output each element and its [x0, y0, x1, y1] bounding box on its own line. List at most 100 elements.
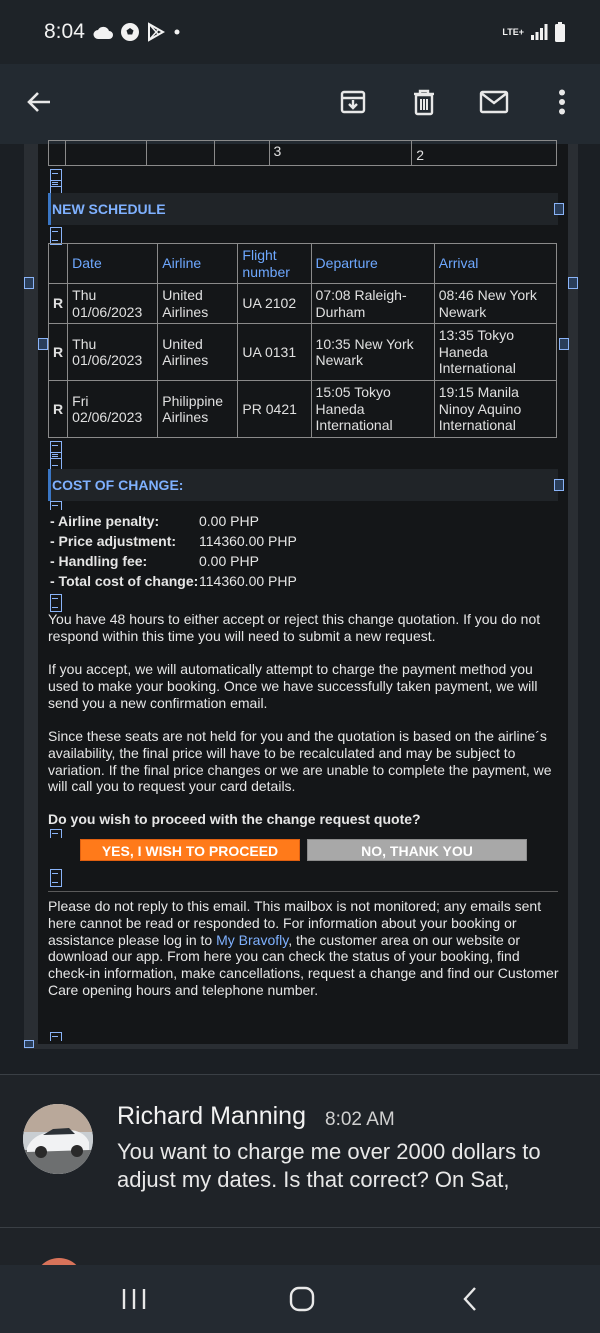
- next-thread-item[interactable]: [0, 1228, 600, 1268]
- cost-value: 114360.00 PHP: [199, 573, 297, 589]
- spacer-image-icon: [48, 451, 62, 470]
- decline-quote-button[interactable]: NO, THANK YOU: [307, 839, 527, 861]
- spacer-image-icon: [48, 500, 62, 510]
- recent-apps-icon: [122, 1289, 146, 1309]
- footer-notice: Please do not reply to this email. This …: [48, 898, 560, 999]
- departure-cell: 10:35 New York Newark: [310, 323, 435, 381]
- dot-icon: [174, 29, 180, 35]
- status-system-icons: LTE+: [502, 22, 566, 42]
- arrival-cell: 08:46 New York Newark: [433, 283, 558, 324]
- status-notification-icons: [92, 22, 182, 42]
- back-icon: [463, 1287, 476, 1311]
- more-options-button[interactable]: [538, 78, 586, 126]
- info-paragraph: Since these seats are not held for you a…: [48, 728, 552, 795]
- recent-apps-button[interactable]: [104, 1277, 164, 1321]
- image-placeholder-icon: [38, 338, 48, 350]
- signal-icon: [531, 24, 548, 40]
- arrival-cell: 19:15 Manila Ninoy Aquino International: [433, 380, 558, 438]
- flight-cell: UA 0131: [237, 323, 312, 381]
- soccer-ball-icon: [121, 23, 139, 41]
- row-mark: R: [47, 283, 69, 324]
- delete-button[interactable]: [400, 78, 448, 126]
- column-header: Airline: [157, 243, 239, 284]
- cost-label: - Airline penalty:: [50, 513, 160, 529]
- image-placeholder-icon: [554, 479, 564, 491]
- cost-value: 0.00 PHP: [199, 513, 259, 529]
- cost-of-change-header: COST OF CHANGE:: [48, 469, 558, 501]
- date-cell: Thu 01/06/2023: [67, 283, 159, 324]
- home-icon: [289, 1286, 315, 1312]
- play-store-icon: [148, 22, 166, 42]
- section-edge: [48, 193, 51, 225]
- column-header: Departure: [310, 243, 435, 284]
- footer-divider: [48, 891, 558, 892]
- image-placeholder-icon: [568, 277, 578, 289]
- battery-icon: [555, 22, 565, 42]
- avatar[interactable]: [23, 1104, 93, 1174]
- section-title: NEW SCHEDULE: [52, 201, 166, 217]
- table-header-row: Date Airline Flight number Departure Arr…: [47, 243, 558, 284]
- archive-icon: [340, 90, 366, 114]
- section-title: COST OF CHANGE:: [52, 477, 184, 493]
- spacer-image-icon: [48, 828, 62, 838]
- info-paragraph: If you accept, we will automatically att…: [48, 661, 538, 711]
- departure-cell: 15:05 Tokyo Haneda International: [310, 380, 435, 438]
- table-cell: 2: [411, 140, 557, 166]
- date-cell: Thu 01/06/2023: [67, 323, 159, 381]
- nav-back-button[interactable]: [440, 1277, 500, 1321]
- spacer-image-icon: [48, 868, 62, 887]
- table-cell: 3: [268, 140, 413, 166]
- date-cell: Fri 02/06/2023: [67, 380, 159, 438]
- car-photo-avatar-image: [23, 1104, 93, 1174]
- arrival-cell: 13:35 Tokyo Haneda International: [433, 323, 558, 381]
- airline-cell: United Airlines: [157, 323, 239, 381]
- airline-cell: United Airlines: [157, 283, 239, 324]
- status-bar: 8:04 LTE+: [0, 0, 600, 64]
- cost-label: - Price adjustment:: [50, 533, 177, 549]
- back-button[interactable]: [15, 78, 63, 126]
- home-button[interactable]: [272, 1277, 332, 1321]
- more-vert-icon: [559, 89, 565, 115]
- image-placeholder-icon: [559, 338, 569, 350]
- proceed-question: Do you wish to proceed with the change r…: [48, 811, 421, 827]
- new-schedule-header: NEW SCHEDULE: [48, 193, 558, 225]
- cost-value: 114360.00 PHP: [199, 533, 297, 549]
- cost-label: - Handling fee:: [50, 553, 148, 569]
- column-header: Arrival: [433, 243, 558, 284]
- image-placeholder-icon: [24, 277, 34, 289]
- back-arrow-icon: [27, 92, 50, 112]
- message-time: 8:02 AM: [325, 1109, 395, 1130]
- mark-unread-button[interactable]: [470, 78, 518, 126]
- mail-icon: [479, 90, 509, 114]
- column-header: Date: [67, 243, 159, 284]
- cloud-icon: [93, 26, 113, 39]
- archive-button[interactable]: [329, 78, 377, 126]
- cost-value: 0.00 PHP: [199, 553, 259, 569]
- table-row: R Thu 01/06/2023 United Airlines UA 0131…: [47, 323, 558, 381]
- my-bravofly-link[interactable]: My Bravofly: [216, 932, 288, 948]
- image-placeholder-icon: [24, 1040, 34, 1048]
- sender-name: Richard Manning: [117, 1102, 306, 1130]
- info-paragraph: You have 48 hours to either accept or re…: [48, 611, 541, 644]
- table-row: R Thu 01/06/2023 United Airlines UA 2102…: [47, 283, 558, 324]
- image-placeholder-icon: [554, 203, 564, 215]
- network-type-label: LTE+: [502, 27, 524, 37]
- flight-cell: UA 2102: [237, 283, 312, 324]
- flight-cell: PR 0421: [237, 380, 312, 438]
- accept-quote-button[interactable]: YES, I WISH TO PROCEED: [80, 839, 300, 861]
- previous-schedule-table-fragment: 3 2: [48, 140, 557, 166]
- row-mark: R: [47, 380, 69, 438]
- message-snippet: You want to charge me over 2000 dollars …: [117, 1139, 541, 1192]
- spacer-image-icon: [48, 593, 62, 612]
- cost-label: - Total cost of change:: [50, 573, 199, 589]
- airline-cell: Philippine Airlines: [157, 380, 239, 438]
- spacer-image-icon: [48, 226, 62, 245]
- system-nav-bar: [0, 1265, 600, 1333]
- section-edge: [48, 469, 51, 501]
- email-toolbar: [0, 64, 600, 144]
- row-mark: R: [47, 323, 69, 381]
- table-row: R Fri 02/06/2023 Philippine Airlines PR …: [47, 380, 558, 438]
- column-header: Flight number: [237, 243, 312, 284]
- new-schedule-table: Date Airline Flight number Departure Arr…: [47, 243, 558, 438]
- delete-icon: [414, 89, 434, 116]
